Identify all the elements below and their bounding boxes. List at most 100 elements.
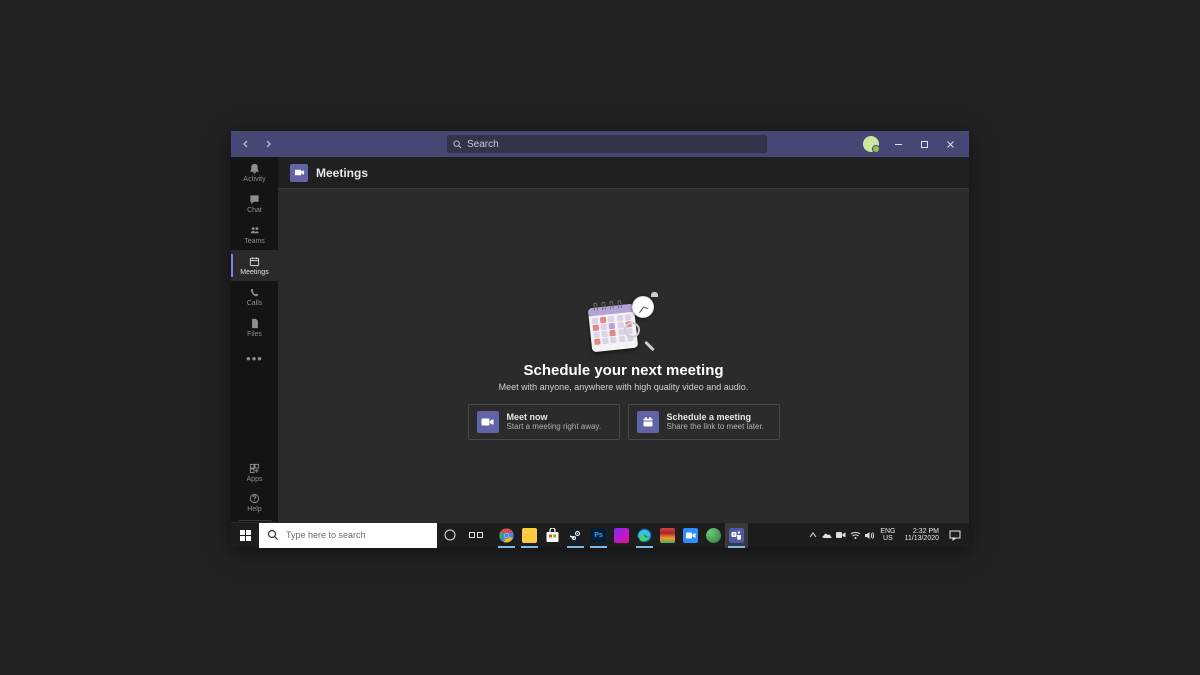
titlebar: Search [231,131,969,157]
action-center-button[interactable] [944,523,966,548]
video-icon [477,411,499,433]
content-header: Meetings [278,157,969,189]
file-icon [250,317,260,330]
schedule-meeting-button[interactable]: Schedule a meeting Share the link to mee… [628,404,780,440]
action-subtitle: Share the link to meet later. [667,423,764,432]
taskbar-search-placeholder: Type here to search [286,530,366,540]
tray-onedrive-icon[interactable] [820,523,834,548]
tray-volume-icon[interactable] [862,523,876,548]
calendar-icon [249,255,260,268]
sidebar-item-apps[interactable]: Apps [231,457,278,487]
sidebar-item-help[interactable]: Help [231,487,278,517]
task-view-icon [469,530,483,540]
meetings-header-icon [290,164,308,182]
sidebar-overflow[interactable]: ••• [231,343,278,374]
sidebar-label: Calls [247,300,263,307]
minimize-button[interactable] [885,131,911,157]
taskbar-time: 2:32 PM [913,528,939,535]
taskbar-app-teams[interactable]: T [725,523,748,548]
search-icon [453,140,462,149]
taskbar-app-edge[interactable] [633,523,656,548]
search-icon [267,529,279,541]
sidebar-label: Teams [244,238,265,245]
app-icon [706,528,721,543]
steam-icon [568,528,583,543]
lang-bottom: US [883,535,893,542]
taskbar-app-chrome[interactable] [495,523,518,548]
window-controls [885,131,963,157]
phone-icon [249,286,260,299]
sidebar-item-files[interactable]: Files [231,312,278,343]
ellipsis-icon: ••• [246,351,263,366]
close-button[interactable] [937,131,963,157]
teams-app-window: Search Activity [231,131,969,547]
page-title: Meetings [316,166,368,180]
teams-icon: T [729,528,744,543]
sidebar-item-chat[interactable]: Chat [231,188,278,219]
action-row: Meet now Start a meeting right away. Sch… [468,404,780,440]
taskbar-app-generic1[interactable] [610,523,633,548]
apps-icon [249,462,260,475]
taskbar-date: 11/13/2020 [904,535,939,542]
zoom-icon [683,528,698,543]
circle-icon [444,529,456,541]
bell-icon [249,162,260,175]
store-icon [545,528,560,543]
content-area: Meetings [278,157,969,547]
tray-wifi-icon[interactable] [848,523,862,548]
sidebar-label: Meetings [240,269,268,276]
content-main: Schedule your next meeting Meet with any… [278,189,969,547]
search-placeholder: Search [467,139,499,150]
taskbar-app-store[interactable] [541,523,564,548]
sidebar-item-calls[interactable]: Calls [231,281,278,312]
taskbar-app-generic3[interactable] [702,523,725,548]
sidebar-label: Chat [247,207,262,214]
tray-chevron-up[interactable] [806,523,820,548]
taskbar-clock[interactable]: 2:32 PM 11/13/2020 [899,528,944,542]
meet-now-button[interactable]: Meet now Start a meeting right away. [468,404,620,440]
app-sidebar: Activity Chat Teams Meetings [231,157,278,547]
cortana-button[interactable] [437,523,463,548]
sidebar-item-activity[interactable]: Activity [231,157,278,188]
sidebar-item-meetings[interactable]: Meetings [231,250,278,281]
forward-button[interactable] [259,135,277,153]
search-input[interactable]: Search [447,135,767,153]
nav-arrows [237,135,277,153]
taskbar-app-steam[interactable] [564,523,587,548]
sidebar-label: Help [247,506,261,513]
chrome-icon [499,528,514,543]
user-avatar[interactable] [863,136,879,152]
start-button[interactable] [231,523,259,548]
language-indicator[interactable]: ENG US [876,528,899,542]
edge-icon [637,528,652,543]
action-subtitle: Start a meeting right away. [507,423,602,432]
back-button[interactable] [237,135,255,153]
calendar-icon [637,411,659,433]
help-icon [249,492,260,505]
schedule-title: Schedule your next meeting [523,362,723,379]
system-tray: ENG US 2:32 PM 11/13/2020 [806,523,969,547]
teams-icon [249,224,261,237]
photoshop-icon: Ps [591,528,606,543]
schedule-illustration [584,296,664,352]
taskbar-app-zoom[interactable] [679,523,702,548]
taskbar-app-explorer[interactable] [518,523,541,548]
sidebar-label: Activity [243,176,265,183]
schedule-subtitle: Meet with anyone, anywhere with high qua… [499,382,749,392]
windows-taskbar: Type here to search Ps [231,522,969,547]
app-icon [660,528,675,543]
chat-icon [249,193,260,206]
folder-icon [522,528,537,543]
notification-icon [949,530,961,541]
sidebar-item-teams[interactable]: Teams [231,219,278,250]
windows-logo-icon [240,530,251,541]
maximize-button[interactable] [911,131,937,157]
task-view-button[interactable] [463,523,489,548]
taskbar-search-input[interactable]: Type here to search [259,523,437,548]
sidebar-label: Files [247,331,262,338]
tray-meet-icon[interactable] [834,523,848,548]
sidebar-label: Apps [247,476,263,483]
taskbar-app-generic2[interactable] [656,523,679,548]
taskbar-app-photoshop[interactable]: Ps [587,523,610,548]
lang-top: ENG [880,528,895,535]
